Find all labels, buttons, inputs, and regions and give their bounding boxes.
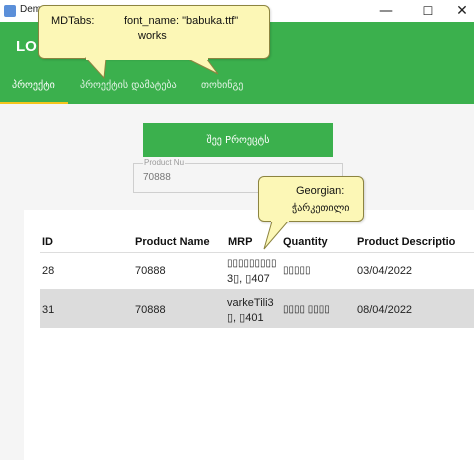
callout-tail-mask	[271, 218, 289, 222]
app-bar-title: LO	[16, 38, 37, 55]
column-header-mrp: MRP	[228, 236, 253, 248]
cell-product-name: 70888	[135, 304, 166, 316]
column-header-description: Product Descriptio	[357, 236, 456, 248]
tab-bar: პროექტი პროექტის დამატება თოხინგე	[0, 74, 474, 104]
cell-quantity: ▯▯▯▯▯	[283, 265, 311, 276]
cell-mrp-line2: 3▯, ▯407	[227, 273, 270, 285]
cell-mrp-line1: varkeTili3	[227, 297, 274, 309]
mdtabs-callout-heading: MDTabs:	[51, 15, 95, 27]
minimize-button[interactable]: —	[368, 0, 404, 22]
callout-tail-left	[84, 57, 107, 80]
product-number-value: 70888	[143, 172, 171, 183]
cell-mrp-line1: ▯▯▯▯▯▯▯▯▯	[227, 258, 277, 269]
cell-mrp-line2: ▯, ▯401	[227, 312, 264, 324]
maximize-button[interactable]: ☐	[410, 0, 446, 22]
add-project-button[interactable]: შეე Pროეცტს	[143, 123, 333, 157]
cell-quantity: ▯▯▯▯ ▯▯▯▯	[283, 304, 330, 315]
georgian-callout-sample: ჭარკეთილი	[292, 203, 350, 214]
app-icon	[4, 5, 16, 17]
column-header-product-name: Product Name	[135, 236, 210, 248]
georgian-callout-heading: Georgian:	[296, 185, 345, 197]
header-divider	[40, 252, 474, 253]
mdtabs-callout-tails	[84, 56, 219, 80]
cell-id: 31	[42, 304, 55, 316]
column-header-id: ID	[42, 236, 53, 248]
cell-description: 03/04/2022	[357, 265, 413, 277]
mdtabs-callout-status: works	[138, 30, 167, 42]
cell-id: 28	[42, 265, 55, 277]
mdtabs-callout-font: font_name: "babuka.ttf"	[124, 15, 239, 27]
callout-tail-mask	[86, 56, 208, 60]
tab-project[interactable]: პროექტი	[12, 80, 55, 91]
callout-tail-right	[185, 57, 219, 75]
product-number-label: Product Nu	[143, 158, 186, 167]
callout-tail	[263, 220, 290, 250]
cell-product-name: 70888	[135, 265, 166, 277]
product-table: ID Product Name MRP Quantity Product Des…	[24, 210, 474, 460]
app-window: Dem — ☐ ✕ LO პროექტი პროექტის დამატება თ…	[0, 0, 474, 460]
georgian-callout-tail	[263, 218, 290, 250]
cell-description: 08/04/2022	[357, 304, 413, 316]
close-button[interactable]: ✕	[444, 0, 474, 22]
